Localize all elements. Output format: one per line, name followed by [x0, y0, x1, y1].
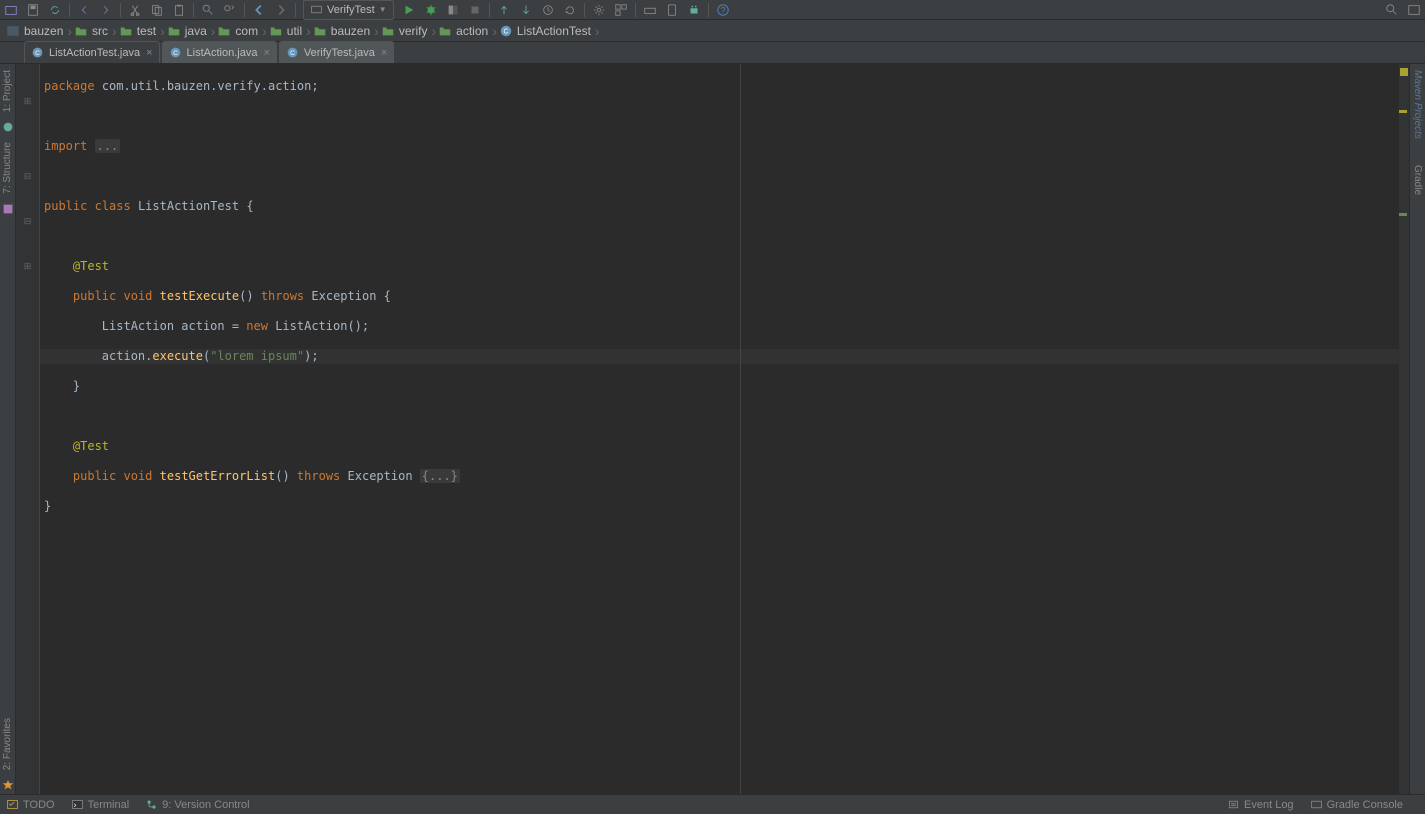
tool-window-gradleconsole[interactable]: Gradle Console	[1310, 798, 1403, 811]
close-icon[interactable]: ×	[263, 47, 269, 59]
status-bar: TODO Terminal 9: Version Control Event L…	[0, 794, 1425, 814]
vcs-revert-icon[interactable]	[559, 0, 581, 20]
svg-text:C: C	[503, 28, 508, 35]
find-icon[interactable]	[197, 0, 219, 20]
project-structure-icon[interactable]	[610, 0, 632, 20]
tool-window-favorites[interactable]: 2: Favorites	[2, 712, 13, 776]
settings-icon[interactable]	[588, 0, 610, 20]
line-marker[interactable]	[1399, 110, 1407, 113]
fold-collapse-icon[interactable]: ⊟	[16, 214, 39, 229]
redo-icon[interactable]	[95, 0, 117, 20]
tool-window-structure[interactable]: 7: Structure	[2, 136, 13, 200]
editor-tab[interactable]: CListActionTest.java×	[24, 41, 160, 63]
editor-tabs: CListActionTest.java× CListAction.java× …	[0, 42, 1425, 64]
breadcrumb-item[interactable]: util	[265, 20, 308, 42]
breadcrumb-item[interactable]: java	[163, 20, 213, 42]
svg-text:C: C	[35, 50, 40, 57]
main-toolbar: VerifyTest ▼ ?	[0, 0, 1425, 20]
breadcrumb-item[interactable]: action	[434, 20, 494, 42]
right-tool-bar: Maven Projects Gradle	[1409, 64, 1425, 794]
palette-icon[interactable]	[1, 202, 15, 216]
close-icon[interactable]: ×	[146, 47, 152, 59]
stop-icon[interactable]	[464, 0, 486, 20]
editor-gutter[interactable]: ⊞ ⊟ ⊟ ⊞	[16, 64, 40, 794]
vcs-update-icon[interactable]	[493, 0, 515, 20]
breadcrumb-item[interactable]: test	[115, 20, 162, 42]
code-area[interactable]: package com.util.bauzen.verify.action; i…	[40, 64, 1399, 794]
left-tool-bar: 1: Project 7: Structure 2: Favorites	[0, 64, 16, 794]
replace-icon[interactable]	[219, 0, 241, 20]
ant-icon[interactable]	[1, 120, 15, 134]
svg-text:?: ?	[720, 5, 725, 15]
svg-text:C: C	[173, 50, 178, 57]
open-icon[interactable]	[0, 0, 22, 20]
editor-tab[interactable]: CVerifyTest.java×	[279, 41, 394, 63]
copy-icon[interactable]	[146, 0, 168, 20]
forward-icon[interactable]	[270, 0, 292, 20]
breadcrumb-item[interactable]: verify	[377, 20, 434, 42]
tool-window-todo[interactable]: TODO	[6, 798, 55, 811]
star-icon[interactable]	[1, 778, 15, 792]
chevron-down-icon: ▼	[379, 5, 387, 14]
tool-window-vcs[interactable]: 9: Version Control	[145, 798, 249, 811]
breadcrumb-item[interactable]: bauzen	[2, 20, 69, 42]
android-icon[interactable]	[683, 0, 705, 20]
breadcrumb-bar: bauzen› src› test› java› com› util› bauz…	[0, 20, 1425, 42]
vcs-commit-icon[interactable]	[515, 0, 537, 20]
run-config-dropdown[interactable]: VerifyTest ▼	[303, 0, 394, 20]
tool-window-maven[interactable]: Maven Projects	[1412, 64, 1423, 145]
tool-window-terminal[interactable]: Terminal	[71, 798, 130, 811]
save-icon[interactable]	[22, 0, 44, 20]
paste-icon[interactable]	[168, 0, 190, 20]
sdk-icon[interactable]	[639, 0, 661, 20]
tool-window-gradle[interactable]: Gradle	[1412, 159, 1423, 201]
fold-collapse-icon[interactable]: ⊟	[16, 169, 39, 184]
search-icon[interactable]	[1381, 0, 1403, 20]
window-icon[interactable]	[1403, 0, 1425, 20]
breadcrumb-item[interactable]: com	[213, 20, 264, 42]
fold-expand-icon[interactable]: ⊞	[16, 259, 39, 274]
breadcrumb-item[interactable]: CListActionTest	[495, 20, 597, 42]
debug-icon[interactable]	[420, 0, 442, 20]
help-icon[interactable]: ?	[712, 0, 734, 20]
warning-marker[interactable]	[1400, 68, 1408, 76]
close-icon[interactable]: ×	[381, 47, 387, 59]
line-marker[interactable]	[1399, 213, 1407, 216]
editor-margin-line	[740, 64, 741, 794]
editor[interactable]: ⊞ ⊟ ⊟ ⊞ package com.util.bauzen.verify.a…	[16, 64, 1409, 794]
svg-text:C: C	[290, 50, 295, 57]
tool-window-project[interactable]: 1: Project	[2, 64, 13, 118]
sync-icon[interactable]	[44, 0, 66, 20]
undo-icon[interactable]	[73, 0, 95, 20]
avd-icon[interactable]	[661, 0, 683, 20]
cut-icon[interactable]	[124, 0, 146, 20]
run-icon[interactable]	[398, 0, 420, 20]
main-area: 1: Project 7: Structure 2: Favorites ⊞ ⊟…	[0, 64, 1425, 794]
fold-expand-icon[interactable]: ⊞	[16, 94, 39, 109]
back-icon[interactable]	[248, 0, 270, 20]
breadcrumb-item[interactable]: src	[70, 20, 114, 42]
coverage-icon[interactable]	[442, 0, 464, 20]
run-config-label: VerifyTest	[327, 4, 375, 16]
editor-tab[interactable]: CListAction.java×	[162, 41, 277, 63]
tool-window-eventlog[interactable]: Event Log	[1227, 798, 1294, 811]
marker-bar[interactable]	[1399, 64, 1409, 794]
vcs-history-icon[interactable]	[537, 0, 559, 20]
breadcrumb-item[interactable]: bauzen	[309, 20, 376, 42]
